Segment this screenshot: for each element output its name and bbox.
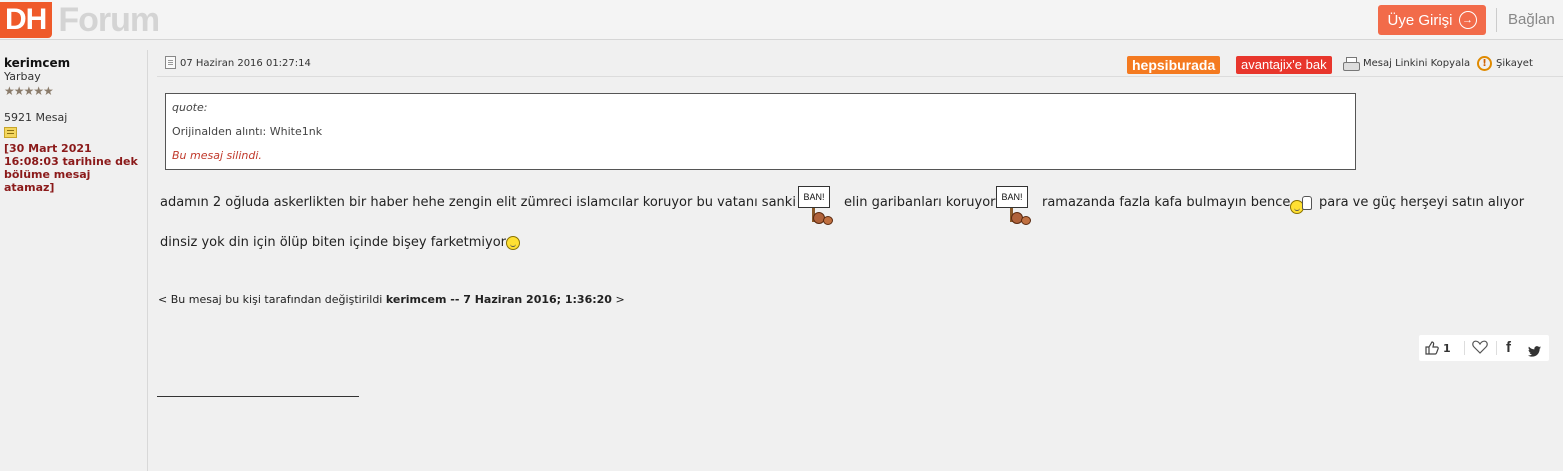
header-divider xyxy=(1496,8,1497,32)
printer-icon[interactable] xyxy=(1343,57,1360,71)
warning-icon[interactable]: ! xyxy=(1477,56,1492,71)
connect-link[interactable]: Bağlan xyxy=(1508,11,1555,28)
message-count: 5921 Mesaj xyxy=(4,111,68,124)
quote-original: Orijinalden alıntı: White1nk xyxy=(172,125,323,138)
body-text-4: para ve güç herşeyi satın alıyor xyxy=(1319,195,1525,210)
heart-icon[interactable] xyxy=(1472,340,1488,357)
actions-divider xyxy=(1496,341,1497,355)
post-actions: 1 f xyxy=(1419,335,1549,361)
logo-forum: Forum xyxy=(58,1,160,39)
actions-divider xyxy=(1464,341,1465,355)
rank-stars: ★★★★★ xyxy=(4,84,54,98)
like-icon[interactable] xyxy=(1425,341,1439,355)
avantajix-button[interactable]: avantajix'e bak xyxy=(1236,56,1332,74)
login-label: Üye Girişi xyxy=(1387,11,1453,29)
site-logo[interactable]: DH Forum xyxy=(0,1,160,39)
logo-dh: DH xyxy=(0,2,53,38)
post-header: 07 Haziran 2016 01:27:14 hepsiburada ava… xyxy=(157,50,1563,77)
body-text-5: dinsiz yok din için ölüp biten içinde bi… xyxy=(160,235,507,250)
body-text-2: elin garibanları koruyor xyxy=(844,195,996,210)
twitter-icon[interactable] xyxy=(1528,342,1541,357)
copy-link-button[interactable]: Mesaj Linkini Kopyala xyxy=(1363,58,1470,69)
thumb-icon xyxy=(1302,196,1312,210)
edit-note-editor: kerimcem -- 7 Haziran 2016; 1:36:20 xyxy=(385,293,612,306)
edit-note: < Bu mesaj bu kişi tarafından değiştiril… xyxy=(158,293,625,306)
facebook-icon[interactable]: f xyxy=(1506,340,1511,355)
ban-sign-icon: BAN! xyxy=(996,182,1034,226)
user-info-panel: kerimcem Yarbay ★★★★★ 5921 Mesaj [30 Mar… xyxy=(0,50,148,471)
edit-note-suffix: > xyxy=(615,293,625,306)
ban-sign-label: BAN! xyxy=(996,186,1028,208)
document-icon xyxy=(165,56,176,69)
login-arrow-icon: → xyxy=(1458,11,1477,29)
complaint-button[interactable]: Şikayet xyxy=(1496,58,1533,69)
edit-note-prefix: < Bu mesaj bu kişi tarafından değiştiril… xyxy=(158,293,383,306)
smiley-icon xyxy=(506,236,520,250)
post-date: 07 Haziran 2016 01:27:14 xyxy=(180,58,311,69)
signature-divider xyxy=(157,396,359,397)
body-text-1: adamın 2 oğluda askerlikten bir haber he… xyxy=(160,195,796,210)
quote-box: quote: Orijinalden alıntı: White1nk Bu m… xyxy=(165,93,1356,170)
body-text-3: ramazanda fazla kafa bulmayın bence xyxy=(1042,195,1291,210)
ban-sign-label: BAN! xyxy=(798,186,830,208)
username[interactable]: kerimcem xyxy=(4,56,147,70)
hepsiburada-button[interactable]: hepsiburada xyxy=(1127,56,1221,74)
quote-label: quote: xyxy=(172,101,208,114)
login-button[interactable]: Üye Girişi → xyxy=(1378,5,1486,35)
ban-notice: [30 Mart 2021 16:08:03 tarihine dek bölü… xyxy=(4,142,138,194)
site-header: DH Forum Üye Girişi → Bağlan xyxy=(0,0,1563,40)
ban-sign-icon: BAN! xyxy=(798,182,836,226)
user-badge-icon xyxy=(4,127,17,138)
user-rank: Yarbay xyxy=(4,70,41,83)
like-count: 1 xyxy=(1443,342,1451,355)
quote-deleted-note: Bu mesaj silindi. xyxy=(172,149,262,162)
